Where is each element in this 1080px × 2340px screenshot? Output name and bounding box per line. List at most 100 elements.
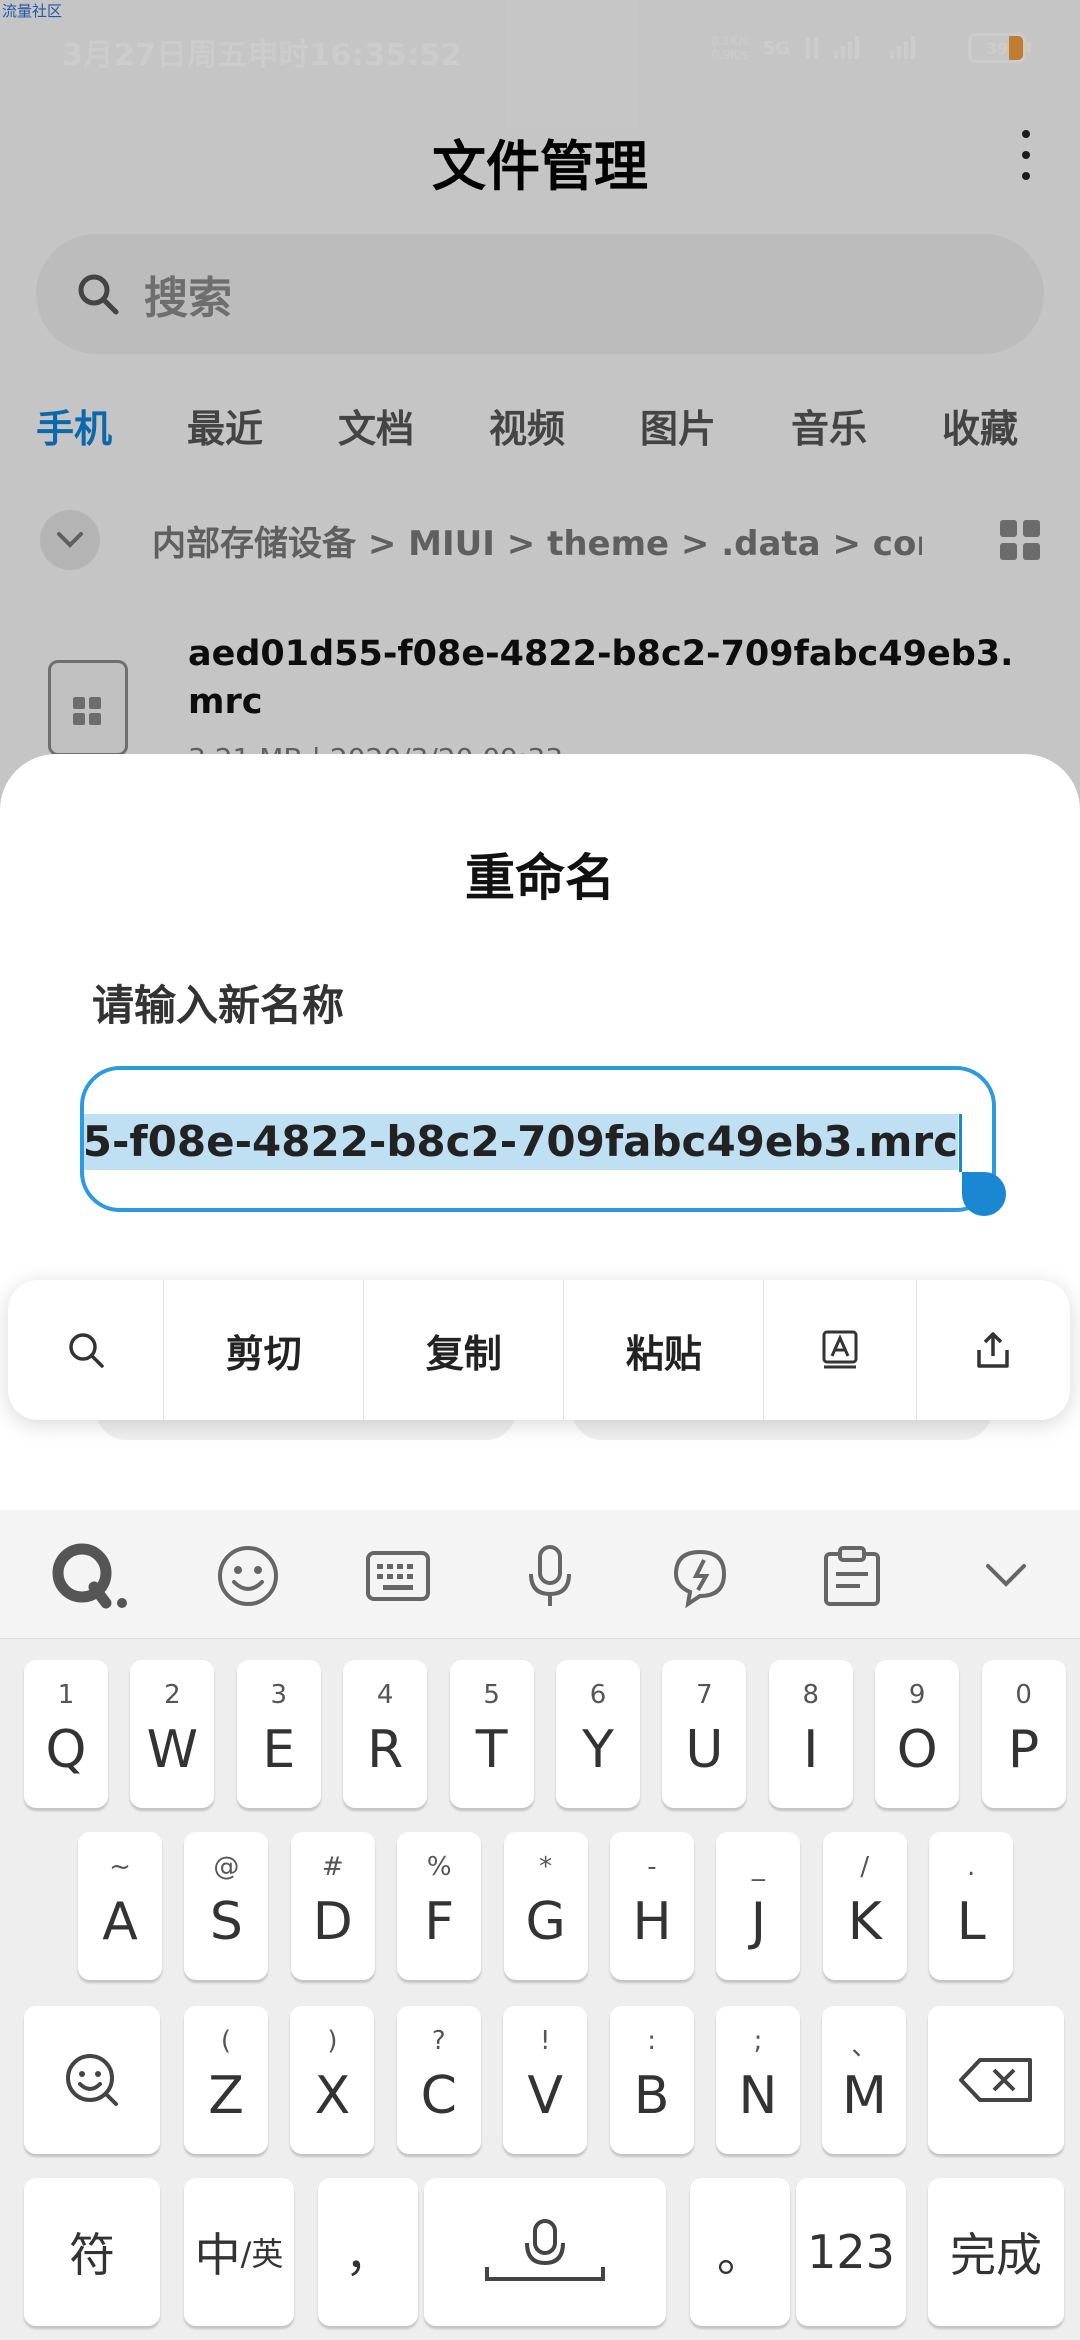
- key-g[interactable]: * G: [503, 1832, 588, 1980]
- selected-text[interactable]: 5-f08e-4822-b8c2-709fabc49eb3.mrc: [84, 1114, 958, 1170]
- key-p[interactable]: 0P: [981, 1660, 1066, 1808]
- symbol-key[interactable]: 符: [24, 2178, 160, 2326]
- period-key[interactable]: 。: [690, 2178, 790, 2326]
- key-primary-label: J: [750, 1892, 767, 1952]
- key-secondary-label: 9: [908, 1680, 926, 1710]
- emoji-smile-icon: [66, 2054, 118, 2106]
- key-primary-label: M: [841, 2066, 887, 2126]
- search-selection-button[interactable]: [8, 1280, 165, 1420]
- key-f[interactable]: % F: [397, 1832, 482, 1980]
- key-secondary-label: (: [220, 2026, 232, 2056]
- key-primary-label: U: [685, 1720, 724, 1780]
- key-c[interactable]: ? C: [396, 2006, 481, 2154]
- key-primary-label: I: [803, 1720, 819, 1780]
- key-secondary-label: _: [751, 1852, 765, 1882]
- key-secondary-label: ;: [753, 2026, 763, 2056]
- clipboard-icon[interactable]: [812, 1536, 892, 1616]
- key-q[interactable]: 1Q: [24, 1660, 108, 1808]
- key-secondary-label: 8: [802, 1680, 820, 1710]
- key-primary-label: Z: [208, 2066, 244, 2126]
- key-m[interactable]: 、 M: [822, 2006, 907, 2154]
- share-button[interactable]: [917, 1280, 1070, 1420]
- key-e[interactable]: 3E: [236, 1660, 321, 1808]
- key-l[interactable]: .L: [929, 1832, 1014, 1980]
- key-v[interactable]: ! V: [503, 2006, 588, 2154]
- key-secondary-label: /: [860, 1852, 870, 1882]
- key-primary-label: D: [312, 1892, 353, 1952]
- text-caret: [959, 1114, 962, 1172]
- key-secondary-label: -: [647, 1852, 657, 1882]
- keyboard-layout-icon[interactable]: [358, 1536, 438, 1616]
- key-secondary-label: ?: [431, 2026, 446, 2056]
- key-primary-label: X: [314, 2066, 351, 2126]
- key-j[interactable]: _ J: [716, 1832, 801, 1980]
- key-primary-label: F: [424, 1892, 455, 1952]
- key-primary-label: V: [527, 2066, 563, 2126]
- numeric-key[interactable]: 123: [796, 2178, 906, 2326]
- key-primary-label: T: [475, 1720, 508, 1780]
- dialog-label: 请输入新名称: [92, 981, 345, 1030]
- key-secondary-label: 5: [483, 1680, 500, 1710]
- ime-logo-icon[interactable]: [50, 1536, 130, 1616]
- dialog-title: 重命名: [465, 849, 615, 907]
- microphone-icon[interactable]: [510, 1536, 590, 1616]
- key-x[interactable]: ) X: [290, 2006, 375, 2154]
- key-secondary-label: 2: [164, 1680, 181, 1710]
- key-secondary-label: 6: [589, 1680, 607, 1710]
- key-primary-label: C: [420, 2066, 457, 2126]
- comma-key[interactable]: ，: [318, 2178, 418, 2326]
- key-secondary-label: :: [647, 2026, 656, 2056]
- done-key[interactable]: 完成: [928, 2178, 1064, 2326]
- key-secondary-label: ): [327, 2026, 338, 2056]
- key-secondary-label: !: [539, 2026, 551, 2056]
- key-w[interactable]: 2W: [130, 1660, 215, 1808]
- key-z[interactable]: (Z: [184, 2006, 268, 2154]
- share-icon: [977, 1332, 1010, 1368]
- language-switch-key[interactable]: 中/英: [184, 2178, 294, 2326]
- emoji-key[interactable]: [24, 2006, 160, 2154]
- copy-button[interactable]: 复制: [364, 1280, 565, 1420]
- selection-handle[interactable]: [962, 1172, 1006, 1216]
- key-primary-label: N: [738, 2066, 778, 2126]
- key-t[interactable]: 5T: [449, 1660, 534, 1808]
- collapse-keyboard-icon[interactable]: [966, 1536, 1046, 1616]
- key-y[interactable]: 6Y: [556, 1660, 640, 1808]
- key-secondary-label: ~: [109, 1852, 131, 1882]
- rename-input[interactable]: 5-f08e-4822-b8c2-709fabc49eb3.mrc: [80, 1066, 996, 1212]
- key-primary-label: O: [896, 1720, 938, 1780]
- key-secondary-label: 1: [57, 1680, 75, 1710]
- key-u[interactable]: 7U: [662, 1660, 747, 1808]
- key-o[interactable]: 9O: [875, 1660, 960, 1808]
- key-primary-label: P: [1007, 1720, 1040, 1780]
- key-r[interactable]: 4R: [343, 1660, 428, 1808]
- key-primary-label: S: [209, 1892, 243, 1952]
- key-primary-label: W: [146, 1720, 199, 1780]
- space-voice-key[interactable]: [424, 2178, 666, 2326]
- emoji-icon[interactable]: [208, 1536, 288, 1616]
- key-b[interactable]: :B: [609, 2006, 694, 2154]
- key-primary-label: R: [367, 1720, 404, 1780]
- key-n[interactable]: ; N: [716, 2006, 800, 2154]
- key-secondary-label: *: [539, 1852, 553, 1882]
- paste-button[interactable]: 粘贴: [564, 1280, 765, 1420]
- key-a[interactable]: ~ A: [78, 1832, 162, 1980]
- key-k[interactable]: / K: [822, 1832, 907, 1980]
- backspace-icon: [959, 2058, 1032, 2102]
- key-i[interactable]: 8I: [768, 1660, 853, 1808]
- key-primary-label: H: [632, 1892, 672, 1952]
- backspace-key[interactable]: [928, 2006, 1064, 2154]
- search-icon: [68, 1333, 104, 1368]
- key-s[interactable]: @ S: [184, 1832, 269, 1980]
- quick-reply-icon[interactable]: [660, 1536, 740, 1616]
- key-primary-label: A: [102, 1892, 138, 1952]
- voice-input-icon: [485, 2219, 605, 2281]
- key-secondary-label: @: [213, 1852, 240, 1882]
- key-d[interactable]: # D: [290, 1832, 375, 1980]
- key-secondary-label: 4: [376, 1680, 394, 1710]
- key-primary-label: E: [262, 1720, 296, 1780]
- key-primary-label: Y: [582, 1720, 614, 1780]
- cut-button[interactable]: 剪切: [164, 1280, 365, 1420]
- key-h[interactable]: -H: [610, 1832, 694, 1980]
- translate-icon: [822, 1330, 858, 1369]
- translate-button[interactable]: [764, 1280, 917, 1420]
